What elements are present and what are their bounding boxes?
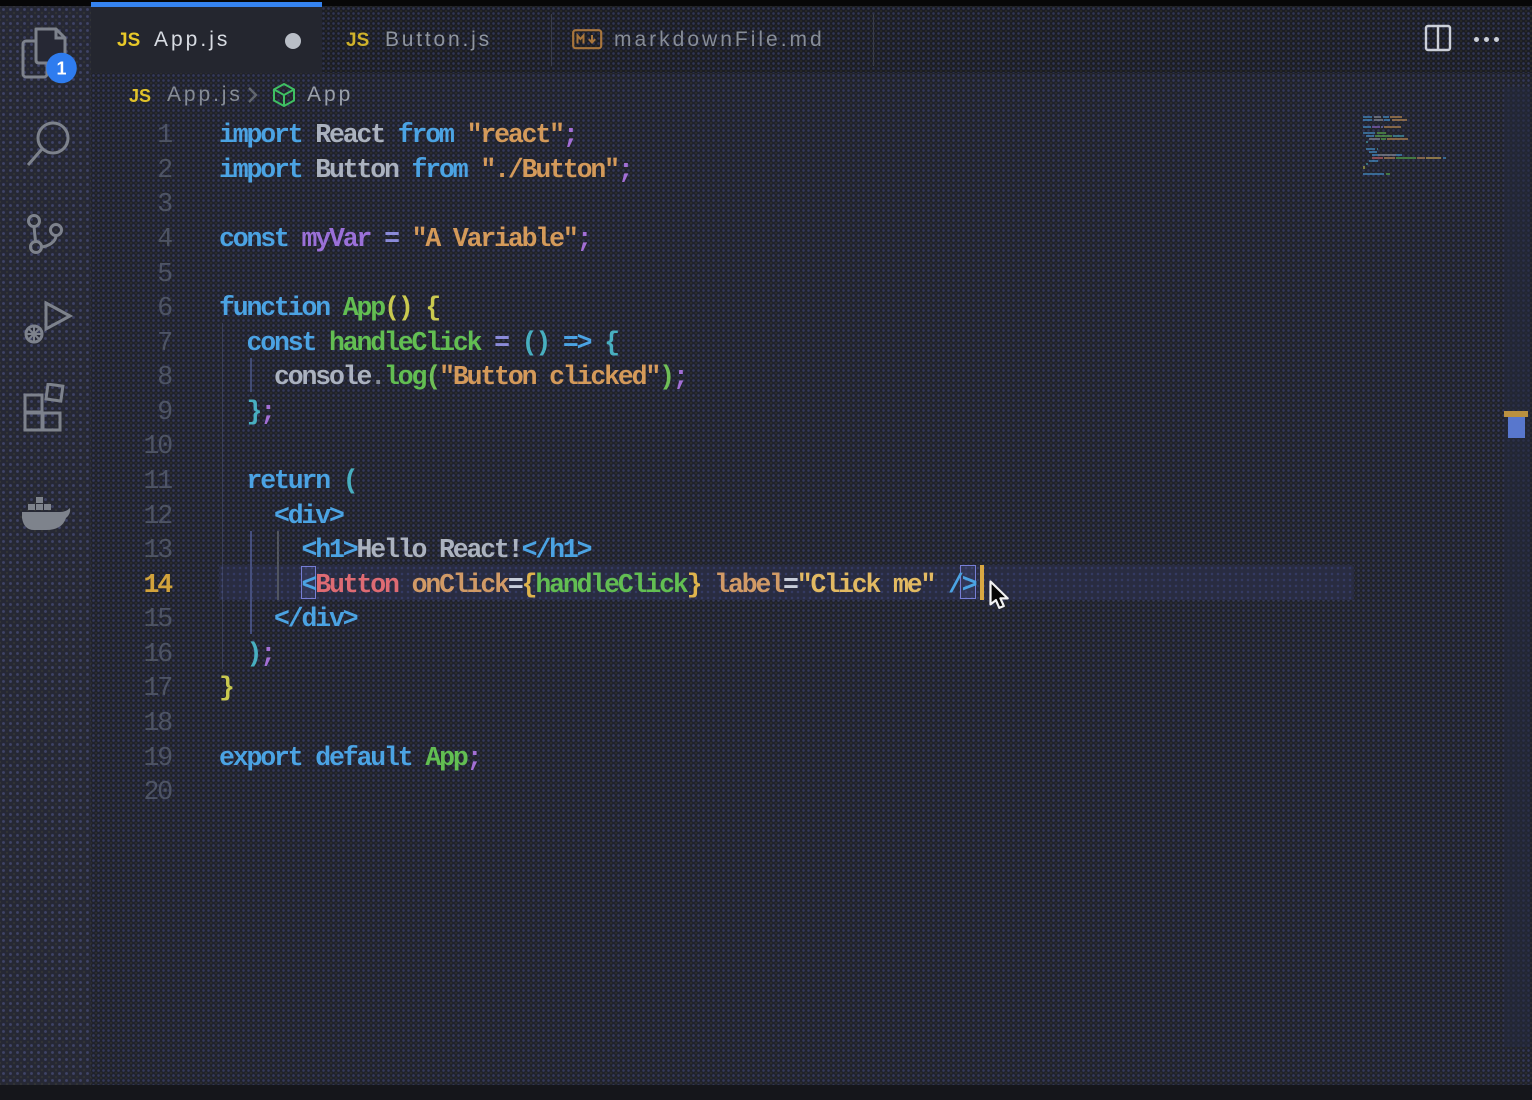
svg-text:1: 1 xyxy=(56,59,66,79)
